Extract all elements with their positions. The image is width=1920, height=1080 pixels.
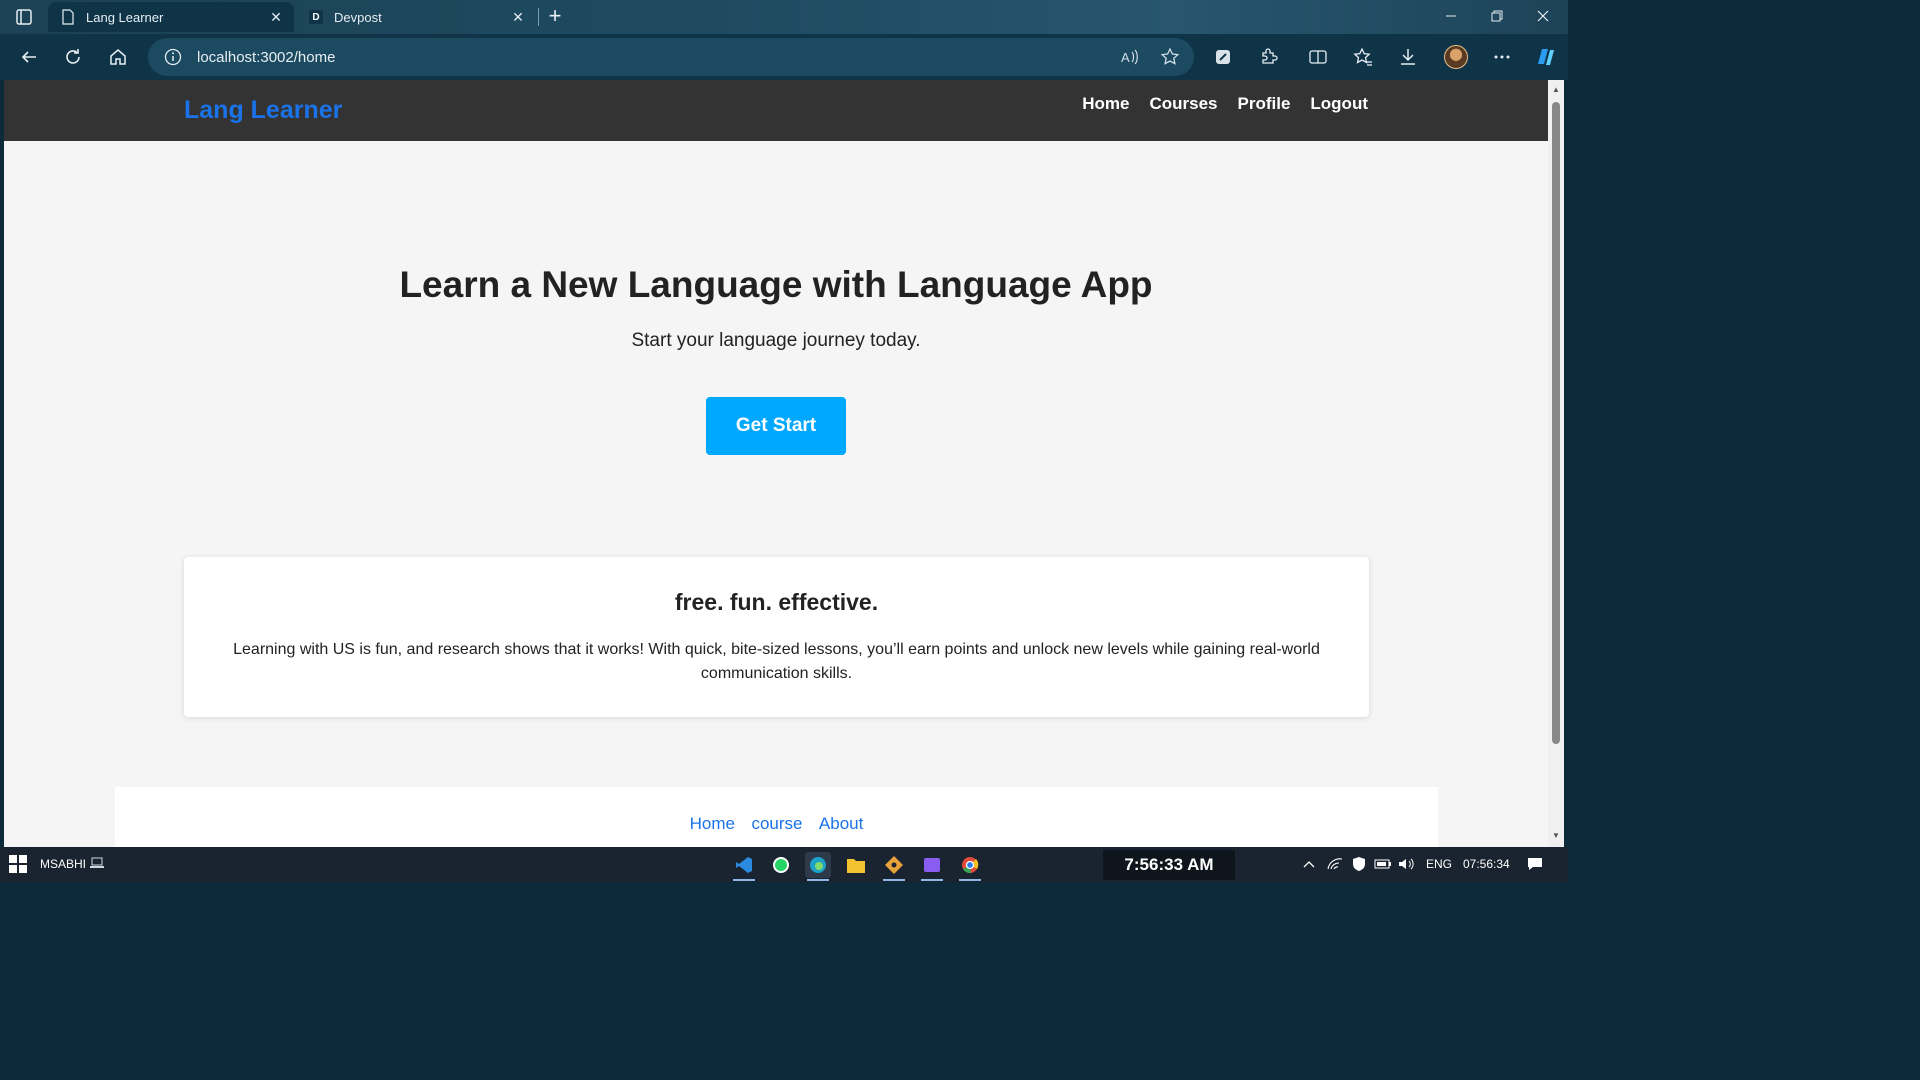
devpost-favicon-icon: D [308,9,324,25]
notifications-icon[interactable] [1526,853,1544,875]
downloads-icon[interactable] [1395,44,1421,70]
tab-divider [538,8,539,26]
page-icon [60,9,76,25]
vscode-icon[interactable] [731,852,757,881]
site-navbar: Lang Learner Home Courses Profile Logout [4,80,1548,141]
windows-start-icon[interactable] [8,853,28,875]
close-window-button[interactable] [1520,0,1566,32]
split-screen-icon[interactable] [1305,44,1331,70]
footer-course-link[interactable]: course [751,814,802,833]
extensions-puzzle-icon[interactable] [1256,44,1282,70]
page-viewport: Lang Learner Home Courses Profile Logout… [4,80,1548,847]
laptop-icon [90,857,105,872]
show-hidden-icons-icon[interactable] [1300,853,1318,875]
extension-icon[interactable] [1210,44,1236,70]
close-tab-icon[interactable]: ✕ [266,7,286,27]
feature-card: free. fun. effective. Learning with US i… [184,557,1369,717]
security-shield-icon[interactable] [1350,853,1368,875]
wifi-icon[interactable] [1326,853,1344,875]
volume-icon[interactable] [1398,853,1416,875]
copilot-icon[interactable] [1532,44,1558,70]
home-icon[interactable] [105,44,131,70]
more-options-icon[interactable] [1489,44,1515,70]
restore-button[interactable] [1474,0,1520,32]
chrome-icon[interactable] [957,852,983,881]
browser-toolbar: localhost:3002/home A [0,34,1568,80]
minimize-button[interactable] [1428,0,1474,32]
nav-courses-link[interactable]: Courses [1149,94,1217,114]
page-scrollbar[interactable]: ▲ ▼ [1548,80,1564,847]
card-text: Learning with US is fun, and research sh… [233,641,1320,682]
scroll-down-arrow-icon[interactable]: ▼ [1552,832,1560,840]
windows-taskbar: MSABHI 7:56:33 AM ENG 07:56:34 [0,847,1568,882]
git-app-icon[interactable] [881,852,907,881]
clock-widget[interactable]: 7:56:33 AM [1103,850,1235,880]
edge-browser-icon[interactable] [805,852,831,881]
refresh-icon[interactable] [60,44,86,70]
whatsapp-icon[interactable] [768,852,794,878]
tab-lang-learner[interactable]: Lang Learner ✕ [48,2,294,32]
clipchamp-icon[interactable] [919,852,945,881]
input-language[interactable]: ENG [1426,857,1452,871]
tab-title: Devpost [334,9,382,25]
favorite-star-icon[interactable] [1160,47,1180,67]
tab-title: Lang Learner [86,9,164,25]
read-aloud-icon[interactable]: A [1119,47,1139,67]
tab-devpost[interactable]: D Devpost ✕ [296,2,536,32]
hero-title: Learn a New Language with Language App [399,264,1153,305]
site-footer: Home course About [115,787,1438,847]
nav-home-link[interactable]: Home [1082,94,1129,114]
profile-avatar[interactable] [1444,45,1468,69]
user-label[interactable]: MSABHI [40,853,110,875]
scroll-up-arrow-icon[interactable]: ▲ [1552,86,1560,94]
card-title: free. fun. effective. [674,589,879,615]
footer-about-link[interactable]: About [819,814,863,833]
address-bar[interactable]: localhost:3002/home A [148,38,1194,76]
tab-actions-icon[interactable] [14,7,34,27]
favorites-icon[interactable] [1350,44,1376,70]
battery-icon[interactable] [1374,853,1392,875]
hero-subtitle: Start your language journey today. [631,330,921,351]
site-info-icon[interactable] [164,48,182,66]
close-tab-icon[interactable]: ✕ [508,7,528,27]
nav-menu: Home Courses Profile Logout [1082,94,1368,114]
nav-logout-link[interactable]: Logout [1310,94,1368,114]
user-name: MSABHI [40,857,87,871]
nav-profile-link[interactable]: Profile [1238,94,1291,114]
url-text[interactable]: localhost:3002/home [197,49,335,66]
svg-text:A: A [1121,50,1130,65]
footer-links: Home course About [115,814,1438,834]
browser-tab-bar: Lang Learner ✕ D Devpost ✕ + [0,0,1568,34]
get-start-button[interactable]: Get Start [706,397,846,455]
file-explorer-icon[interactable] [843,852,869,878]
scroll-thumb[interactable] [1552,102,1560,744]
back-icon[interactable] [16,44,42,70]
new-tab-button[interactable]: + [544,5,566,27]
site-brand[interactable]: Lang Learner [184,96,342,125]
system-time[interactable]: 07:56:34 [1463,857,1510,871]
footer-home-link[interactable]: Home [690,814,735,833]
